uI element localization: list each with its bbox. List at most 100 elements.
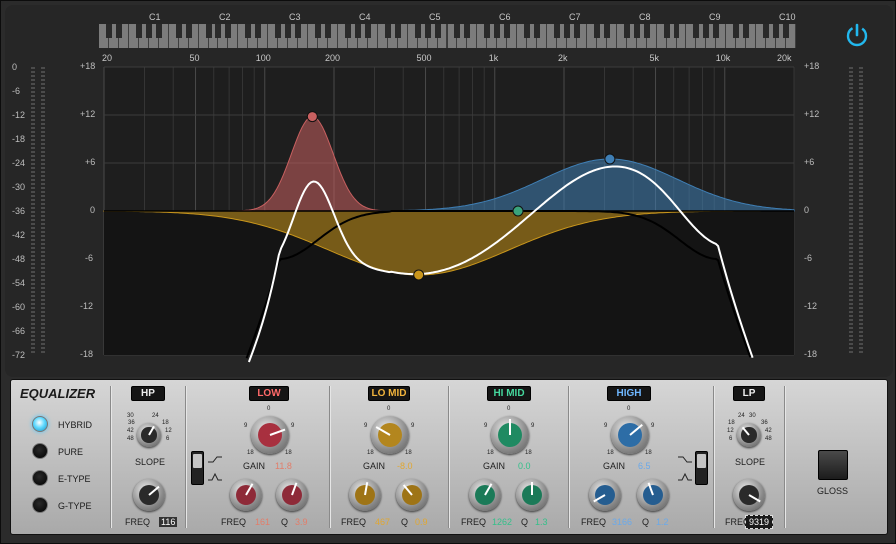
mode-radio-pure[interactable] (32, 443, 48, 459)
meter-segment (849, 335, 853, 337)
lp-band-button[interactable]: LP (733, 386, 765, 401)
band-handle-low[interactable] (306, 111, 318, 123)
high-freq-label: FREQ (581, 517, 607, 527)
hp-slope-knob[interactable] (137, 423, 161, 447)
shelf-peak-icons (208, 456, 222, 481)
lomid-freq-label: FREQ (341, 517, 367, 527)
meter-label: -6 (12, 86, 21, 96)
himid-gain-knob[interactable] (491, 416, 529, 454)
meter-segment (31, 235, 35, 237)
low-gain-value[interactable]: 11.8 (275, 461, 292, 471)
mode-radio-e-type[interactable] (32, 470, 48, 486)
lomid-q-knob[interactable] (396, 479, 428, 511)
meter-segment (31, 327, 35, 329)
mode-label-pure: PURE (58, 447, 84, 457)
lomid-freq-value[interactable]: 467 (375, 517, 390, 527)
lomid-band-button[interactable]: LO MID (368, 386, 410, 401)
gloss-button[interactable] (818, 450, 848, 480)
meter-segment (849, 171, 853, 173)
meter-segment (859, 247, 863, 249)
high-freq-knob[interactable] (589, 479, 621, 511)
meter-segment (859, 95, 863, 97)
power-icon[interactable] (844, 22, 870, 48)
eq-response-graph[interactable] (1, 1, 896, 381)
meter-segment (31, 75, 35, 77)
low-q-value[interactable]: 3.9 (295, 517, 308, 527)
meter-segment (41, 103, 45, 105)
high-gain-value[interactable]: 6.5 (638, 461, 651, 471)
meter-segment (41, 151, 45, 153)
meter-segment (859, 111, 863, 113)
band-handle-lomid[interactable] (413, 269, 425, 281)
himid-q-value[interactable]: 1.3 (535, 517, 548, 527)
meter-segment (849, 79, 853, 81)
meter-segment (31, 123, 35, 125)
section-divider (329, 386, 331, 528)
band-handle-high[interactable] (604, 153, 616, 165)
meter-segment (859, 147, 863, 149)
meter-segment (31, 275, 35, 277)
lp-slope-knob[interactable] (737, 423, 761, 447)
low-shelf-peak-toggle[interactable] (191, 451, 204, 485)
meter-segment (849, 279, 853, 281)
mode-radio-g-type[interactable] (32, 497, 48, 513)
low-gain-knob[interactable] (251, 416, 289, 454)
meter-segment (31, 339, 35, 341)
lomid-gain-tick: 9 (411, 423, 415, 429)
himid-gain-value[interactable]: 0.0 (518, 461, 531, 471)
lomid-q-value[interactable]: 0.9 (415, 517, 428, 527)
low-gain-tick: 18 (285, 450, 292, 456)
meter-segment (31, 351, 35, 353)
hp-freq-label: FREQ (125, 517, 151, 527)
himid-band-button[interactable]: HI MID (487, 386, 531, 401)
meter-segment (31, 155, 35, 157)
meter-segment (41, 219, 45, 221)
hp-freq-value[interactable]: 116 (159, 517, 178, 527)
hp-band-button[interactable]: HP (131, 386, 165, 401)
himid-freq-value[interactable]: 1262 (492, 517, 512, 527)
himid-q-knob[interactable] (516, 479, 548, 511)
lomid-freq-knob[interactable] (349, 479, 381, 511)
high-q-knob[interactable] (637, 479, 669, 511)
high-gain-knob[interactable] (611, 416, 649, 454)
low-q-knob[interactable] (276, 479, 308, 511)
meter-segment (849, 203, 853, 205)
gain-label: +6 (804, 157, 815, 167)
band-handle-himid[interactable] (512, 205, 524, 217)
meter-segment (31, 255, 35, 257)
meter-segment (31, 163, 35, 165)
lp-freq-value[interactable]: 9319 (745, 515, 774, 529)
low-freq-knob[interactable] (230, 479, 262, 511)
low-band-button[interactable]: LOW (249, 386, 289, 401)
hp-freq-knob[interactable] (133, 479, 165, 511)
low-freq-value[interactable]: 161 (255, 517, 270, 527)
high-band-button[interactable]: HIGH (607, 386, 651, 401)
lomid-gain-value[interactable]: -8.0 (397, 461, 413, 471)
meter-segment (859, 191, 863, 193)
meter-segment (31, 247, 35, 249)
lp-freq-knob[interactable] (733, 479, 765, 511)
meter-label: -60 (12, 302, 26, 312)
lomid-gain-knob[interactable] (371, 416, 409, 454)
high-freq-value[interactable]: 3166 (612, 517, 632, 527)
high-shelf-peak-toggle[interactable] (695, 451, 708, 485)
meter-segment (41, 139, 45, 141)
meter-segment (31, 223, 35, 225)
high-q-value[interactable]: 1.2 (656, 517, 669, 527)
meter-label: -66 (12, 326, 26, 336)
meter-segment (31, 151, 35, 153)
mode-radio-hybrid[interactable] (32, 416, 48, 432)
high-gain-tick: 9 (604, 423, 608, 429)
meter-segment (31, 259, 35, 261)
meter-segment (859, 107, 863, 109)
hp-slope-tick: 48 (127, 436, 134, 442)
meter-segment (859, 211, 863, 213)
meter-segment (31, 263, 35, 265)
meter-segment (849, 135, 853, 137)
meter-segment (859, 83, 863, 85)
meter-segment (849, 71, 853, 73)
meter-segment (31, 143, 35, 145)
meter-segment (859, 135, 863, 137)
low-gain-tick: 18 (247, 450, 254, 456)
himid-freq-knob[interactable] (469, 479, 501, 511)
